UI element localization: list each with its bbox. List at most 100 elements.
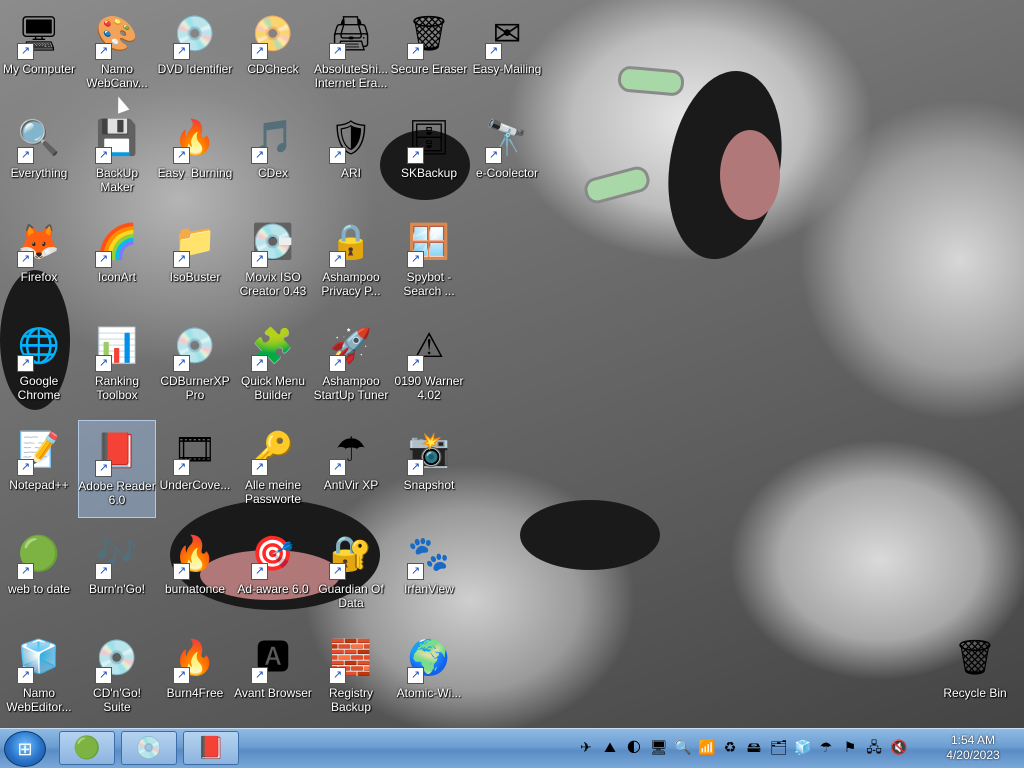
desktop-icon-firefox[interactable]: 🦊 ↗ Firefox	[0, 212, 78, 310]
desktop-icon-burnatonce[interactable]: 🔥 ↗ burnatonce	[156, 524, 234, 622]
desktop-icon-everything[interactable]: 🔍 ↗ Everything	[0, 108, 78, 206]
shortcut-arrow-icon: ↗	[95, 563, 112, 580]
desktop-icon-namo-webeditor[interactable]: 🧊 ↗ Namo WebEditor...	[0, 628, 78, 726]
shortcut-arrow-icon: ↗	[17, 563, 34, 580]
desktop-icon-label: Ranking Toolbox	[94, 374, 140, 402]
desktop-icon-e-coolector[interactable]: 🔭 ↗ e-Coolector	[468, 108, 546, 206]
absoluteshield-icon: 🖨 ↗	[327, 10, 375, 60]
shortcut-arrow-icon: ↗	[251, 563, 268, 580]
desktop-icon-passwords[interactable]: 🔑 ↗ Alle meine Passworte	[234, 420, 312, 518]
dvd-task-button[interactable]: 💿	[121, 731, 177, 765]
shortcut-arrow-icon: ↗	[407, 147, 424, 164]
web-to-date-icon: 🟢 ↗	[15, 530, 63, 580]
shortcut-arrow-icon: ↗	[407, 563, 424, 580]
windows-start-icon[interactable]: ⊞	[4, 731, 46, 767]
desktop-icon-dvd-identifier[interactable]: 💿 ↗ DVD Identifier	[156, 4, 234, 102]
desktop-icon-label: Spybot - Search ...	[403, 270, 455, 298]
shortcut-arrow-icon: ↗	[173, 459, 190, 476]
tray-10-icon[interactable]: 🧊	[794, 739, 811, 757]
desktop-icon-backup-maker[interactable]: 💾 ↗ BackUp Maker	[78, 108, 156, 206]
desktop-icon-label: CD'n'Go! Suite	[93, 686, 141, 714]
desktop-icon-movix-iso[interactable]: 💽 ↗ Movix ISO Creator 0.43	[234, 212, 312, 310]
desktop-icon-label: Namo WebCanv...	[86, 62, 148, 90]
desktop-icon-burn-n-go[interactable]: 🎶 ↗ Burn'n'Go!	[78, 524, 156, 622]
desktop-icon-label: CDCheck	[247, 62, 299, 76]
tray-7-icon[interactable]: ♻	[722, 739, 738, 757]
desktop-icon-label: IsoBuster	[169, 270, 221, 284]
desktop-icon-web-to-date[interactable]: 🟢 ↗ web to date	[0, 524, 78, 622]
shortcut-arrow-icon: ↗	[329, 43, 346, 60]
shortcut-arrow-icon: ↗	[173, 355, 190, 372]
desktop-icon-isobuster[interactable]: 📁 ↗ IsoBuster	[156, 212, 234, 310]
desktop-icon-label: Recycle Bin	[943, 686, 1007, 700]
desktop-icon-adaware[interactable]: 🎯 ↗ Ad-aware 6.0	[234, 524, 312, 622]
tray-5-icon[interactable]: 🔍	[674, 739, 691, 757]
desktop-icon-label: Snapshot	[403, 478, 455, 492]
desktop-icon-label: My Computer	[2, 62, 76, 76]
desktop-icon-label: CDBurnerXP Pro	[160, 374, 230, 402]
desktop-icon-antivir[interactable]: ☂ ↗ AntiVir XP	[312, 420, 390, 518]
tray-14-icon[interactable]: 🔇	[890, 739, 907, 757]
desktop-icon-absoluteshield[interactable]: 🖨 ↗ AbsoluteShi... Internet Era...	[312, 4, 390, 102]
desktop-icon-ranking-toolbox[interactable]: 📊 ↗ Ranking Toolbox	[78, 316, 156, 414]
shortcut-arrow-icon: ↗	[173, 563, 190, 580]
desktop-icon-spybot[interactable]: 🪟 ↗ Spybot - Search ...	[390, 212, 468, 310]
shortcut-arrow-icon: ↗	[329, 147, 346, 164]
tray-13-icon[interactable]: 🖧	[866, 739, 882, 757]
desktop-icon-label: web to date	[7, 582, 71, 596]
desktop-icon-registry-backup[interactable]: 🧱 ↗ Registry Backup	[312, 628, 390, 726]
desktop-icon-ashampoo-startup[interactable]: 🚀 ↗ Ashampoo StartUp Tuner	[312, 316, 390, 414]
desktop-icon-label: AntiVir XP	[323, 478, 379, 492]
desktop-icon-computer[interactable]: 🖥 ↗ My Computer	[0, 4, 78, 102]
tray-4-icon[interactable]: 🖥	[650, 739, 668, 757]
desktop-icon-chrome[interactable]: 🌐 ↗ Google Chrome	[0, 316, 78, 414]
desktop-icon-label: Easy_Burning	[157, 166, 233, 180]
web-to-date-task-button[interactable]: 🟢	[59, 731, 115, 765]
tray-11-icon[interactable]: ☂	[818, 739, 834, 757]
desktop-icon-cdex[interactable]: 🎵 ↗ CDex	[234, 108, 312, 206]
desktop-icon-quick-menu-builder[interactable]: 🧩 ↗ Quick Menu Builder	[234, 316, 312, 414]
desktop-icon-skbackup[interactable]: 🗄 ↗ SKBackup	[390, 108, 468, 206]
desktop-icon-warner[interactable]: ⚠ ↗ 0190 Warner 4.02	[390, 316, 468, 414]
shortcut-arrow-icon: ↗	[407, 667, 424, 684]
desktop-icon-irfanview[interactable]: 🐾 ↗ IrfanView	[390, 524, 468, 622]
tray-2-icon[interactable]: ⛰	[602, 739, 618, 757]
desktop-icon-label: Atomic-Wi...	[396, 686, 462, 700]
desktop-icon-cdburnerxp[interactable]: 💿 ↗ CDBurnerXP Pro	[156, 316, 234, 414]
desktop-icon-ashampoo-privacy[interactable]: 🔒 ↗ Ashampoo Privacy P...	[312, 212, 390, 310]
desktop-icon-notepadpp[interactable]: 📝 ↗ Notepad++	[0, 420, 78, 518]
desktop[interactable]: 🖥 ↗ My Computer 🎨 ↗ Namo WebCanv... 💿 ↗ DVD Iden…	[0, 0, 1024, 728]
desktop-icon-undercover[interactable]: 🎞 ↗ UnderCove...	[156, 420, 234, 518]
desktop-icon-label: Ashampoo Privacy P...	[321, 270, 381, 298]
shortcut-arrow-icon: ↗	[485, 43, 502, 60]
clock-time: 1:54 AM	[950, 733, 996, 747]
desktop-icon-secure-eraser[interactable]: 🗑 ↗ Secure Eraser	[390, 4, 468, 102]
desktop-icon-snapshot[interactable]: 📸 ↗ Snapshot	[390, 420, 468, 518]
desktop-icon-recycle-bin[interactable]: 🗑 Recycle Bin	[936, 628, 1014, 726]
tray-3-icon[interactable]: 🌓	[626, 739, 642, 757]
desktop-icon-burn4free[interactable]: 🔥 ↗ Burn4Free	[156, 628, 234, 726]
ashampoo-startup-icon: 🚀 ↗	[327, 322, 375, 372]
desktop-icon-ari[interactable]: 🛡 ↗ ARI	[312, 108, 390, 206]
desktop-icon-easy-burning[interactable]: 🔥 ↗ Easy_Burning	[156, 108, 234, 206]
clock[interactable]: 1:54 AM 4/20/2023	[940, 733, 1006, 763]
desktop-icon-avant-browser[interactable]: 🅰 ↗ Avant Browser	[234, 628, 312, 726]
adobe-task-button[interactable]: 📕	[183, 731, 239, 765]
tray-1-icon[interactable]: ✈	[578, 739, 594, 757]
desktop-icon-cdcheck[interactable]: 📀 ↗ CDCheck	[234, 4, 312, 102]
notepadpp-icon: 📝 ↗	[15, 426, 63, 476]
tray-12-icon[interactable]: ⚑	[842, 739, 858, 757]
ari-icon: 🛡 ↗	[327, 114, 375, 164]
desktop-icon-easy-mailing[interactable]: ✉ ↗ Easy-Mailing	[468, 4, 546, 102]
desktop-icon-guardian-of-data[interactable]: 🔐 ↗ Guardian Of Data	[312, 524, 390, 622]
desktop-icon-cdngo-suite[interactable]: 💿 ↗ CD'n'Go! Suite	[78, 628, 156, 726]
desktop-icon-iconart[interactable]: 🌈 ↗ IconArt	[78, 212, 156, 310]
desktop-icon-label: ARI	[340, 166, 361, 180]
desktop-icon-adobe-reader[interactable]: 📕 ↗ Adobe Reader 6.0	[78, 420, 156, 518]
tray-6-icon[interactable]: 📶	[698, 739, 715, 757]
tray-8-icon[interactable]: 🖴	[746, 739, 762, 757]
e-coolector-icon: 🔭 ↗	[483, 114, 531, 164]
tray-9-icon[interactable]: 🗂	[770, 739, 788, 757]
desktop-icon-namo-webcanvas[interactable]: 🎨 ↗ Namo WebCanv...	[78, 4, 156, 102]
desktop-icon-atomic-wi[interactable]: 🌍 ↗ Atomic-Wi...	[390, 628, 468, 726]
